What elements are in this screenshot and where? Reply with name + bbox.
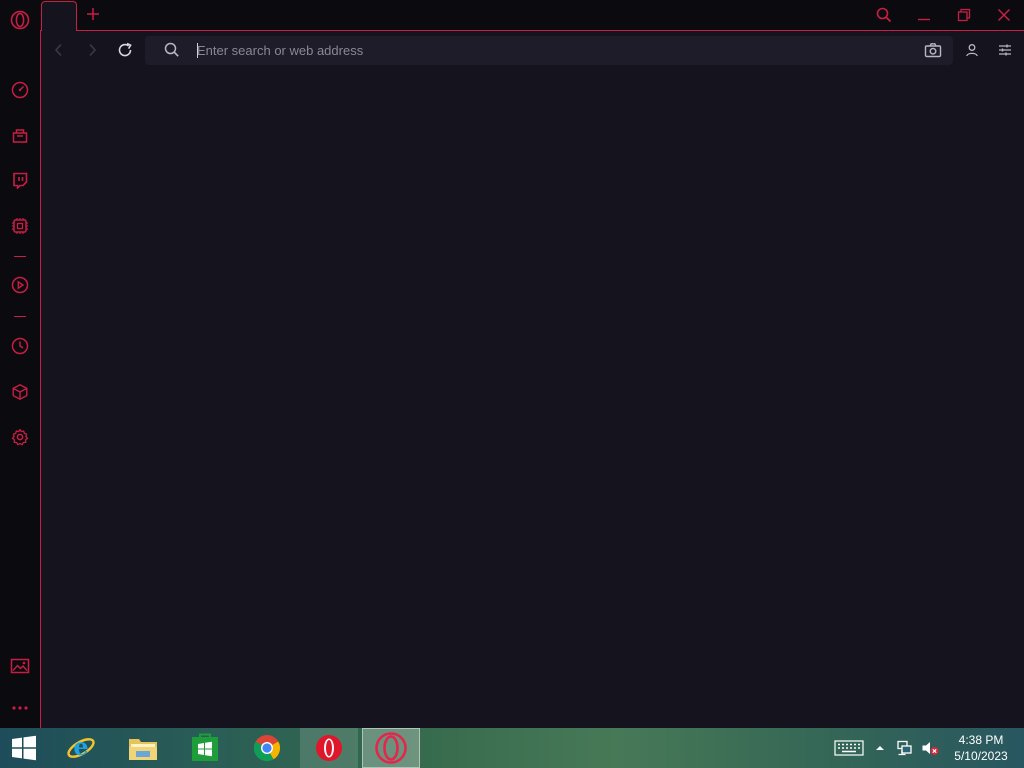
chevron-up-icon (876, 746, 884, 750)
svg-text:e: e (73, 732, 88, 761)
sidebar-separator (14, 256, 26, 257)
snapshot-button[interactable] (924, 42, 942, 58)
search-icon (876, 7, 892, 23)
camera-icon (924, 43, 942, 58)
windows-logo-icon (12, 735, 36, 761)
taskbar: e 4:38 PM 5/10/2023 (0, 728, 1024, 768)
address-bar[interactable] (145, 36, 953, 65)
network-button[interactable] (895, 738, 915, 758)
more-icon[interactable] (8, 696, 32, 720)
close-button[interactable] (992, 4, 1016, 26)
sidebar-separator (14, 316, 26, 317)
gx-control-icon[interactable] (8, 214, 32, 238)
taskbar-internet-explorer[interactable]: e (52, 728, 110, 768)
settings-icon[interactable] (8, 425, 32, 449)
taskbar-google-chrome[interactable] (238, 728, 296, 768)
taskbar-opera-gx[interactable] (362, 728, 420, 768)
taskbar-store[interactable] (176, 728, 234, 768)
taskbar-opera[interactable] (300, 728, 358, 768)
text-caret (197, 43, 198, 58)
restore-button[interactable] (952, 4, 976, 26)
minimize-button[interactable] (912, 4, 936, 26)
touch-keyboard-button[interactable] (833, 738, 865, 758)
page-content (41, 69, 1024, 728)
search-tabs-button[interactable] (872, 4, 896, 26)
address-input[interactable] (197, 36, 897, 65)
internet-explorer-icon: e (67, 732, 95, 761)
back-button[interactable] (49, 40, 69, 60)
extensions-icon[interactable] (8, 380, 32, 404)
restore-icon (957, 8, 971, 22)
sliders-icon (999, 44, 1011, 56)
speed-dial-icon[interactable] (8, 78, 32, 102)
close-icon (997, 8, 1011, 22)
taskbar-file-explorer[interactable] (114, 728, 172, 768)
opera-logo-icon[interactable] (8, 8, 32, 32)
reload-button[interactable] (115, 40, 135, 60)
player-icon[interactable] (8, 273, 32, 297)
shopping-icon[interactable] (8, 123, 32, 147)
keyboard-icon (834, 740, 864, 756)
minimize-icon (918, 18, 930, 21)
history-icon[interactable] (8, 334, 32, 358)
clock[interactable]: 4:38 PM 5/10/2023 (948, 732, 1014, 764)
easy-setup-button[interactable] (995, 40, 1015, 60)
plus-icon (87, 8, 99, 20)
show-hidden-icons-button[interactable] (873, 738, 887, 758)
clock-date: 5/10/2023 (954, 749, 1008, 763)
reload-icon (118, 42, 132, 57)
sidebar (0, 0, 40, 728)
twitch-icon[interactable] (8, 168, 32, 192)
browser-window (0, 0, 1024, 728)
person-icon (966, 44, 978, 57)
chevron-left-icon (54, 43, 62, 57)
forward-button[interactable] (82, 40, 102, 60)
folder-icon (129, 739, 157, 760)
store-icon (192, 733, 218, 761)
wallpaper-icon[interactable] (8, 654, 32, 678)
network-icon (897, 740, 912, 756)
tab-active[interactable] (41, 1, 77, 31)
volume-muted-icon (922, 742, 939, 755)
start-button[interactable] (0, 728, 48, 768)
account-button[interactable] (962, 40, 982, 60)
chrome-icon (253, 735, 281, 762)
new-tab-button[interactable] (84, 5, 102, 23)
search-icon (164, 42, 180, 58)
opera-gx-icon (375, 732, 407, 764)
opera-icon (316, 735, 342, 761)
chevron-right-icon (89, 43, 97, 57)
volume-button[interactable] (920, 738, 940, 758)
clock-time: 4:38 PM (958, 733, 1004, 747)
